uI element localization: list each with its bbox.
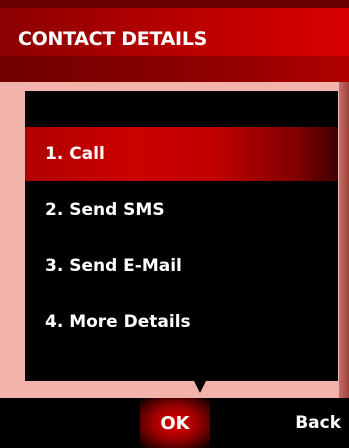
popup-pointer-icon — [194, 381, 206, 393]
menu-item-call[interactable]: 1. Call — [25, 127, 338, 181]
menu-item-label: 1. Call — [45, 144, 105, 164]
title-bar-stripe — [0, 0, 349, 8]
menu-item-send-email[interactable]: 3. Send E-Mail — [25, 239, 338, 293]
menu-item-send-sms[interactable]: 2. Send SMS — [25, 183, 338, 237]
menu-item-more-details[interactable]: 4. More Details — [25, 295, 338, 349]
menu-item-label: 4. More Details — [45, 312, 191, 332]
menu-item-label: 2. Send SMS — [45, 200, 165, 220]
title-bar-band — [0, 56, 349, 82]
ok-button[interactable]: OK — [140, 398, 210, 448]
page-title: CONTACT DETAILS — [18, 28, 208, 50]
scroll-edge — [339, 82, 349, 398]
title-bar: CONTACT DETAILS — [0, 0, 349, 82]
menu-item-label: 3. Send E-Mail — [45, 256, 182, 276]
options-menu: 1. Call 2. Send SMS 3. Send E-Mail 4. Mo… — [25, 91, 338, 381]
back-button[interactable]: Back — [295, 398, 341, 448]
softkey-bar: OK Back — [0, 398, 349, 448]
